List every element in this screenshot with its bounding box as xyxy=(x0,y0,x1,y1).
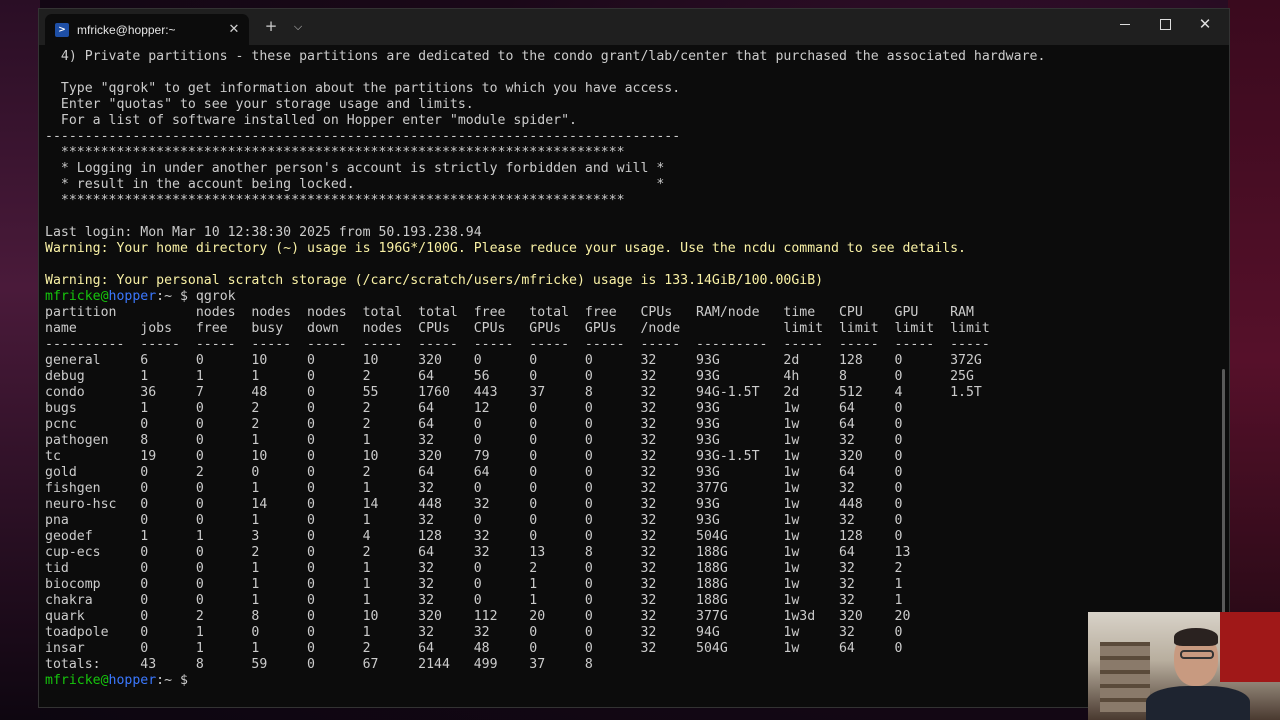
terminal-window: > mfricke@hopper:~ ✕ + ⌵ ✕ 4) Private pa… xyxy=(38,8,1230,708)
glasses xyxy=(1180,650,1214,659)
terminal-line: Warning: Your home directory (~) usage i… xyxy=(45,241,966,256)
prompt-host: hopper xyxy=(108,289,157,304)
person-body xyxy=(1146,686,1250,720)
terminal-output[interactable]: 4) Private partitions - these partitions… xyxy=(45,49,1215,703)
terminal-line: totals: 43 8 59 0 67 2144 499 37 8 xyxy=(45,657,593,672)
terminal-line: fishgen 0 0 1 0 1 32 0 0 0 32 377G 1w 32… xyxy=(45,481,903,496)
terminal-line: ****************************************… xyxy=(45,145,625,160)
tab-title: mfricke@hopper:~ xyxy=(77,22,176,37)
terminal-line: Type "qgrok" to get information about th… xyxy=(45,81,681,96)
webcam-overlay xyxy=(1088,612,1280,720)
terminal-line: insar 0 1 1 0 2 64 48 0 0 32 504G 1w 64 … xyxy=(45,641,903,656)
close-window-button[interactable]: ✕ xyxy=(1185,9,1225,39)
prompt-user: mfricke@ xyxy=(45,289,109,304)
terminal-line: condo 36 7 48 0 55 1760 443 37 8 32 94G-… xyxy=(45,385,982,400)
terminal-line: ****************************************… xyxy=(45,193,625,208)
chevron-down-icon[interactable]: ⌵ xyxy=(286,20,310,34)
minimize-icon xyxy=(1120,23,1130,25)
terminal-line: tc 19 0 10 0 10 320 79 0 0 32 93G-1.5T 1… xyxy=(45,449,903,464)
terminal-line: debug 1 1 1 0 2 64 56 0 0 32 93G 4h 8 0 … xyxy=(45,369,974,384)
terminal-line: toadpole 0 1 0 0 1 32 32 0 0 32 94G 1w 3… xyxy=(45,625,903,640)
bookshelf xyxy=(1100,642,1150,712)
terminal-line: bugs 1 0 2 0 2 64 12 0 0 32 93G 1w 64 0 xyxy=(45,401,903,416)
terminal-line: ---------- ----- ----- ----- ----- -----… xyxy=(45,337,990,352)
terminal-line: 4) Private partitions - these partitions… xyxy=(45,49,1046,64)
terminal-line: * result in the account being locked. * xyxy=(45,177,665,192)
prompt-line: mfricke@hopper:~ $ xyxy=(45,673,1215,689)
person-hair xyxy=(1174,628,1218,646)
maximize-icon xyxy=(1159,18,1171,30)
terminal-line: biocomp 0 0 1 0 1 32 0 1 0 32 188G 1w 32… xyxy=(45,577,903,592)
terminal-line: quark 0 2 8 0 10 320 112 20 0 32 377G 1w… xyxy=(45,609,911,624)
red-poster xyxy=(1220,612,1280,682)
command-text: qgrok xyxy=(187,289,236,304)
close-icon: ✕ xyxy=(1198,15,1212,33)
new-tab-button[interactable]: + xyxy=(259,17,283,35)
terminal-line: cup-ecs 0 0 2 0 2 64 32 13 8 32 188G 1w … xyxy=(45,545,911,560)
prompt-user: mfricke@ xyxy=(45,673,109,688)
terminal-line: name jobs free busy down nodes CPUs CPUs… xyxy=(45,321,990,336)
prompt-host: hopper xyxy=(108,673,157,688)
terminal-line: Last login: Mon Mar 10 12:38:30 2025 fro… xyxy=(45,225,482,240)
terminal-line: For a list of software installed on Hopp… xyxy=(45,113,577,128)
command-text xyxy=(188,673,196,688)
maximize-button[interactable] xyxy=(1145,9,1185,39)
powershell-icon: > xyxy=(55,22,69,37)
terminal-line: pna 0 0 1 0 1 32 0 0 0 32 93G 1w 32 0 xyxy=(45,513,903,528)
terminal-line: chakra 0 0 1 0 1 32 0 1 0 32 188G 1w 32 … xyxy=(45,593,903,608)
terminal-line: gold 0 2 0 0 2 64 64 0 0 32 93G 1w 64 0 xyxy=(45,465,903,480)
minimize-button[interactable] xyxy=(1105,9,1145,39)
prompt-tail: :~ $ xyxy=(156,289,188,304)
terminal-line: Enter "quotas" to see your storage usage… xyxy=(45,97,474,112)
terminal-line: partition nodes nodes nodes total total … xyxy=(45,305,974,320)
terminal-line: geodef 1 1 3 0 4 128 32 0 0 32 504G 1w 1… xyxy=(45,529,903,544)
terminal-line: pathogen 8 0 1 0 1 32 0 0 0 32 93G 1w 32… xyxy=(45,433,903,448)
desktop-background-left xyxy=(0,0,40,720)
terminal-line: tid 0 0 1 0 1 32 0 2 0 32 188G 1w 32 2 xyxy=(45,561,903,576)
title-bar[interactable]: > mfricke@hopper:~ ✕ + ⌵ ✕ xyxy=(39,9,1229,45)
terminal-line: Warning: Your personal scratch storage (… xyxy=(45,273,824,288)
terminal-line: ----------------------------------------… xyxy=(45,129,681,144)
close-tab-icon[interactable]: ✕ xyxy=(223,22,245,37)
terminal-line: pcnc 0 0 2 0 2 64 0 0 0 32 93G 1w 64 0 xyxy=(45,417,903,432)
terminal-line: neuro-hsc 0 0 14 0 14 448 32 0 0 32 93G … xyxy=(45,497,903,512)
prompt-line: mfricke@hopper:~ $ qgrok xyxy=(45,289,1215,305)
terminal-line: * Logging in under another person's acco… xyxy=(45,161,665,176)
prompt-tail: :~ $ xyxy=(156,673,188,688)
terminal-line: general 6 0 10 0 10 320 0 0 0 32 93G 2d … xyxy=(45,353,982,368)
terminal-tab[interactable]: > mfricke@hopper:~ ✕ xyxy=(45,14,249,45)
